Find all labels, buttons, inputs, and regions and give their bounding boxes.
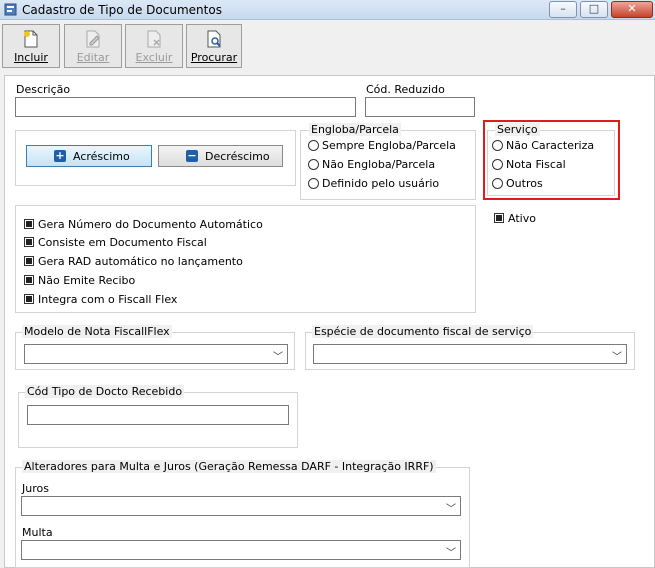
edit-document-icon	[86, 30, 100, 48]
chevron-down-icon: ﹀	[446, 504, 456, 515]
close-button[interactable]: ✕	[611, 1, 653, 18]
acrescimo-label: Acréscimo	[73, 150, 130, 163]
especie-select[interactable]: ﹀	[313, 344, 627, 364]
radio-nao-engloba[interactable]: Não Engloba/Parcela	[308, 158, 435, 175]
check-ativo[interactable]: Ativo	[494, 212, 536, 230]
check-integra-fiscall-label: Integra com o Fiscall Flex	[38, 293, 178, 306]
multa-label: Multa	[22, 526, 53, 539]
acrescimo-button[interactable]: + Acréscimo	[26, 145, 152, 167]
radio-definido-usuario[interactable]: Definido pelo usuário	[308, 177, 439, 194]
search-document-icon	[207, 30, 221, 48]
juros-select[interactable]: ﹀	[21, 496, 461, 516]
checkbox[interactable]	[24, 256, 34, 266]
descricao-input[interactable]	[15, 97, 356, 117]
minus-icon: −	[186, 149, 198, 162]
incluir-label: Incluir	[14, 51, 48, 64]
delete-document-icon	[147, 30, 161, 48]
maximize-button[interactable]: □	[580, 1, 608, 18]
check-nao-emite-recibo-label: Não Emite Recibo	[38, 274, 136, 287]
modelo-label: Modelo de Nota FiscallFlex	[22, 325, 172, 338]
chevron-down-icon: ﹀	[612, 352, 622, 363]
editar-button[interactable]: Editar	[64, 24, 122, 68]
check-gera-rad-label: Gera RAD automático no lançamento	[38, 255, 243, 268]
check-gera-numero-label: Gera Número do Documento Automático	[38, 218, 263, 231]
cod-reduzido-input[interactable]	[365, 97, 475, 117]
decrescimo-label: Decréscimo	[205, 150, 270, 163]
checkbox[interactable]	[24, 294, 34, 304]
radio-button[interactable]	[308, 178, 319, 189]
especie-label: Espécie de documento fiscal de serviço	[312, 325, 534, 338]
cod-reduzido-label: Cód. Reduzido	[366, 83, 445, 96]
incluir-button[interactable]: Incluir	[2, 24, 60, 68]
juros-label: Juros	[22, 482, 49, 495]
highlight-box	[483, 120, 620, 200]
check-consiste-documento-label: Consiste em Documento Fiscal	[38, 236, 207, 249]
checkbox[interactable]	[494, 213, 504, 223]
check-ativo-label: Ativo	[508, 212, 536, 225]
decrescimo-button[interactable]: − Decréscimo	[158, 145, 283, 167]
excluir-label: Excluir	[135, 51, 173, 64]
excluir-button[interactable]: Excluir	[125, 24, 183, 68]
radio-definido-usuario-label: Definido pelo usuário	[322, 177, 440, 190]
check-nao-emite-recibo[interactable]: Não Emite Recibo	[24, 274, 135, 292]
window-title: Cadastro de Tipo de Documentos	[22, 3, 222, 17]
check-gera-numero[interactable]: Gera Número do Documento Automático	[24, 218, 263, 236]
descricao-label: Descrição	[16, 83, 71, 96]
radio-sempre-engloba[interactable]: Sempre Engloba/Parcela	[308, 139, 456, 156]
new-document-icon	[24, 30, 38, 48]
editar-label: Editar	[76, 51, 110, 64]
modelo-select[interactable]: ﹀	[24, 344, 288, 364]
check-gera-rad[interactable]: Gera RAD automático no lançamento	[24, 255, 243, 273]
engloba-parcela-title: Engloba/Parcela	[309, 123, 401, 136]
chevron-down-icon: ﹀	[273, 352, 283, 363]
radio-button[interactable]	[308, 140, 319, 151]
procurar-label: Procurar	[190, 51, 238, 64]
radio-sempre-engloba-label: Sempre Engloba/Parcela	[322, 139, 456, 152]
radio-nao-engloba-label: Não Engloba/Parcela	[322, 158, 436, 171]
check-integra-fiscall[interactable]: Integra com o Fiscall Flex	[24, 293, 177, 311]
cod-tipo-input[interactable]	[27, 405, 289, 425]
cod-tipo-label: Cód Tipo de Docto Recebido	[25, 385, 185, 398]
app-icon	[4, 3, 17, 16]
procurar-button[interactable]: Procurar	[186, 24, 242, 68]
plus-icon: +	[54, 149, 66, 162]
multa-select[interactable]: ﹀	[21, 540, 461, 560]
alteradores-label: Alteradores para Multa e Juros (Geração …	[22, 460, 436, 473]
chevron-down-icon: ﹀	[446, 548, 456, 559]
minimize-button[interactable]: –	[549, 1, 577, 18]
checkbox[interactable]	[24, 275, 34, 285]
checkbox[interactable]	[24, 237, 34, 247]
check-consiste-documento[interactable]: Consiste em Documento Fiscal	[24, 236, 207, 254]
checkbox[interactable]	[24, 219, 34, 229]
radio-button[interactable]	[308, 159, 319, 170]
